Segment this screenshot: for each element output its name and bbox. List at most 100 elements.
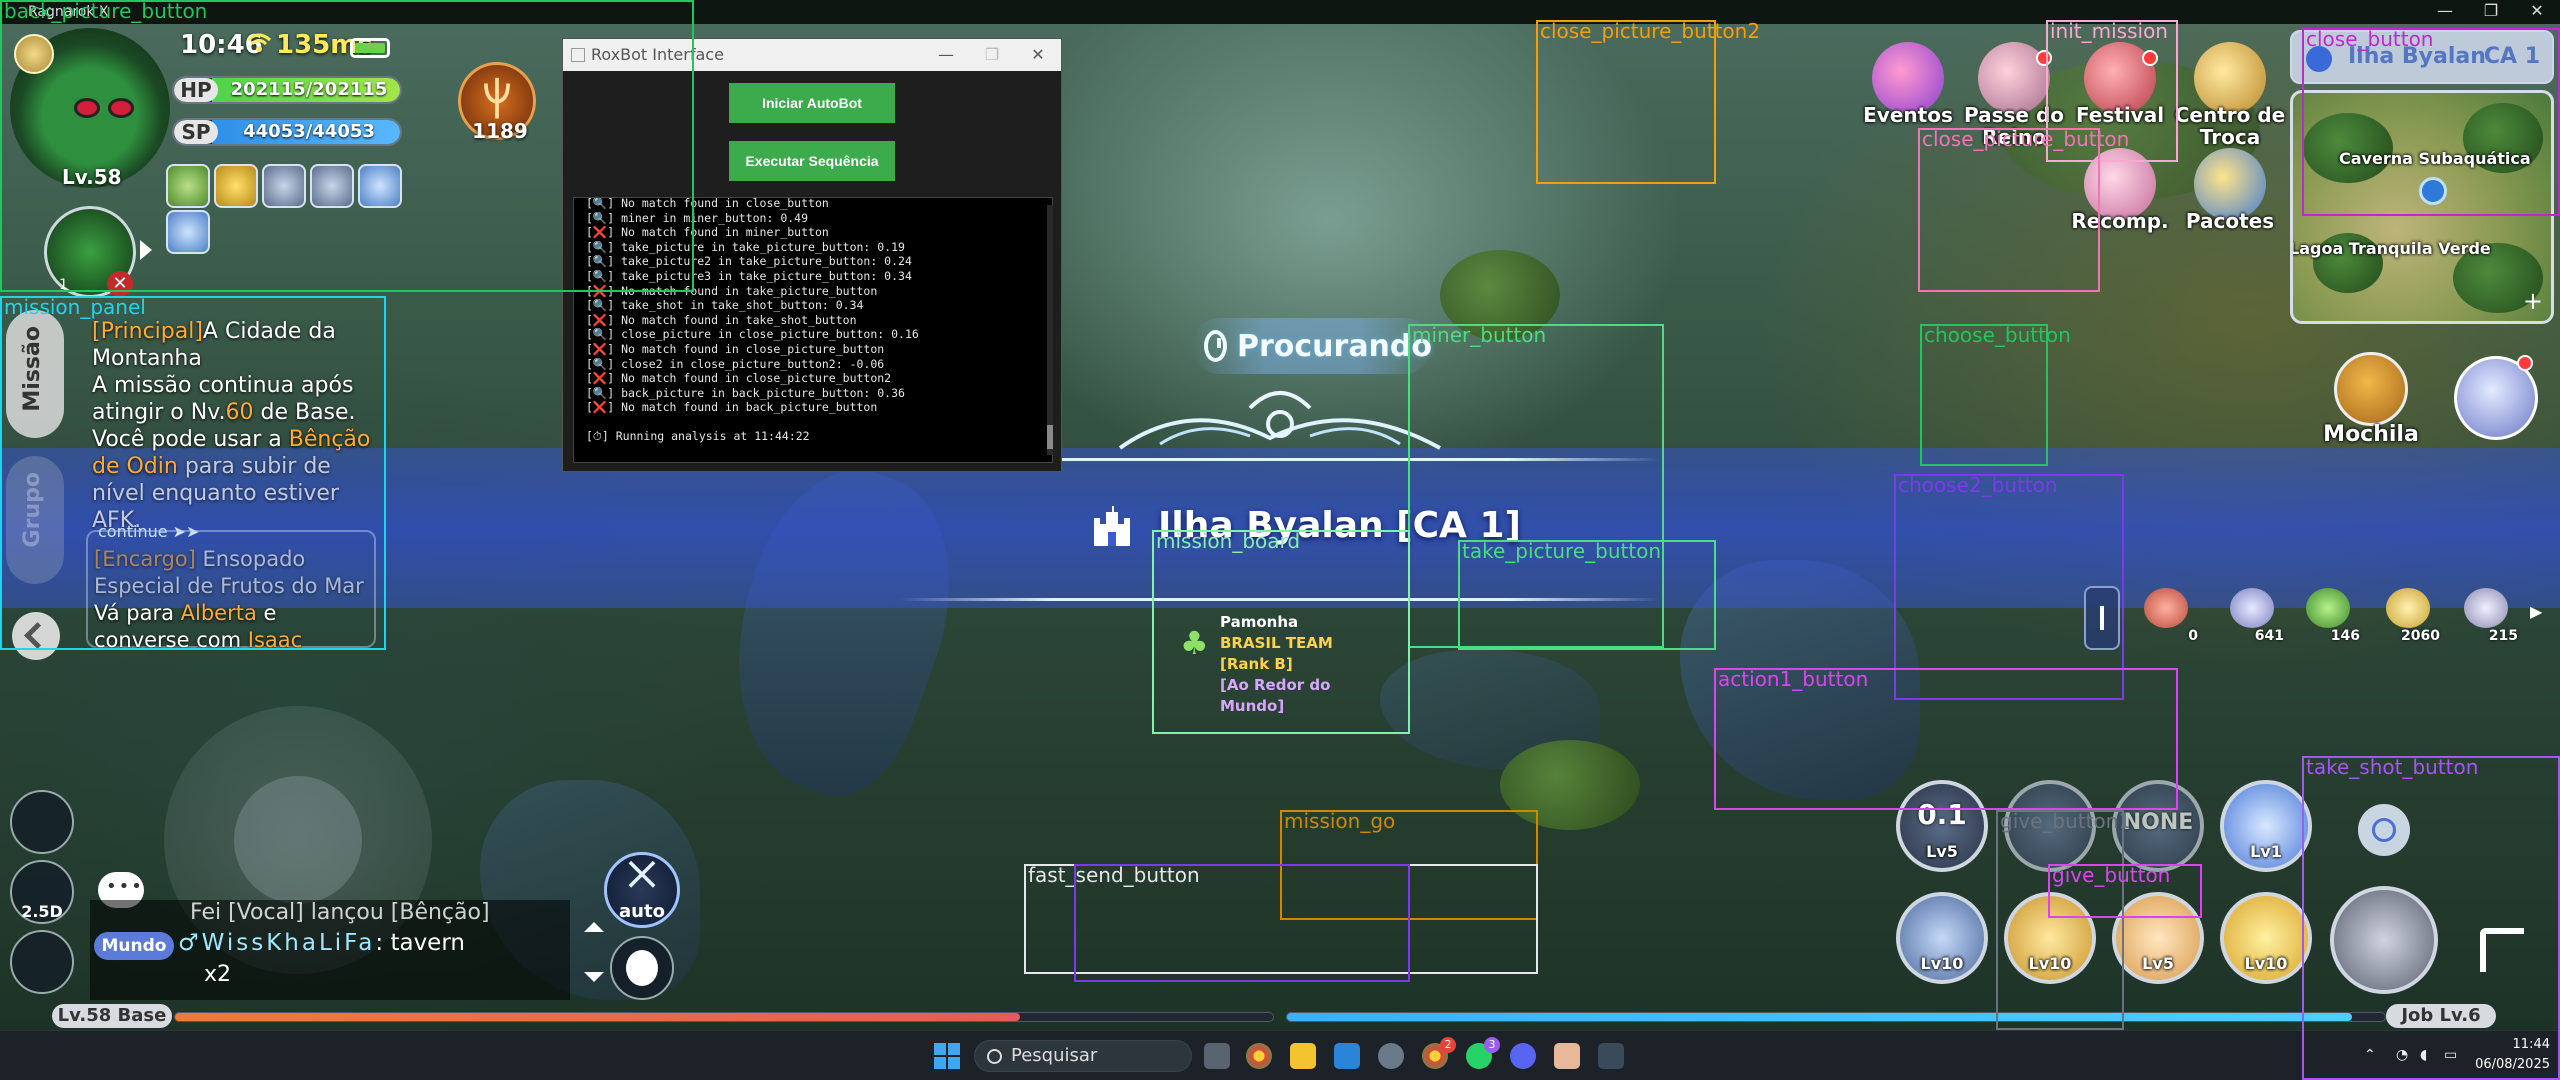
- crossed-swords-icon: [628, 860, 656, 888]
- detection-box: give_button1: [1996, 810, 2131, 1030]
- view-mode-label: 2.5D: [21, 902, 63, 921]
- close-window-button[interactable]: ✕: [2514, 0, 2560, 24]
- chrome-icon[interactable]: [1246, 1043, 1272, 1069]
- log-line: [🔍] take_shot in take_shot_button: 0.34: [586, 298, 864, 313]
- detection-box: mission_panel: [0, 296, 386, 650]
- sit-button[interactable]: [10, 930, 74, 994]
- job-exp-bar: [1286, 1012, 2386, 1022]
- chat-sender: ♂WissKhaLiFa: [178, 930, 376, 956]
- run-sequence-button[interactable]: Executar Sequência: [729, 141, 895, 181]
- food-item-icon: [2144, 588, 2188, 628]
- taskbar-search[interactable]: Pesquisar: [974, 1040, 1192, 1072]
- file-explorer-icon[interactable]: [1290, 1043, 1316, 1069]
- detection-label: close_button: [2306, 27, 2434, 51]
- detection-label: miner_button: [1412, 323, 1547, 347]
- detection-box: choose_button: [1920, 324, 2071, 466]
- log-line: [❌] No match found in take_shot_button: [586, 312, 857, 327]
- searching-icon: [1204, 330, 1227, 362]
- skill-level: Lv10: [1920, 954, 1964, 973]
- windows-taskbar: Pesquisar 2 3 ⌃ ◔ ◖ ▭ 11:44 06/08/2025: [0, 1030, 2560, 1080]
- minimap-area-label: Lagoa Tranquila Verde: [2290, 239, 2491, 258]
- detection-box: close_picture_button2: [1536, 20, 1760, 184]
- hat-icon[interactable]: [2454, 355, 2538, 440]
- base-exp-fill: [175, 1013, 1021, 1021]
- log-scrollbar[interactable]: [1047, 205, 1053, 455]
- skill-level: Lv5: [2142, 954, 2174, 973]
- detection-box: give_button: [2048, 864, 2202, 918]
- minimize-button[interactable]: —: [2422, 0, 2468, 24]
- menu-pacotes[interactable]: Pacotes: [2182, 148, 2278, 258]
- maximize-button[interactable]: ❐: [2468, 0, 2514, 24]
- discord-icon[interactable]: [1510, 1043, 1536, 1069]
- item-count: 0: [2188, 628, 2198, 644]
- log-line: [🔍] close2 in close_picture_button2: -0.…: [586, 356, 885, 371]
- roxbot-maximize-button[interactable]: ❐: [969, 39, 1015, 71]
- backpack-label: Mochila: [2323, 422, 2419, 447]
- whatsapp-badge: 3: [1484, 1037, 1500, 1053]
- emoji-button[interactable]: [610, 936, 674, 1000]
- log-line: [❌] No match found in close_picture_butt…: [586, 371, 892, 386]
- emote-action-button[interactable]: [10, 790, 74, 854]
- roxbot-minimize-button[interactable]: —: [923, 39, 969, 71]
- joystick-knob[interactable]: [234, 776, 362, 904]
- wing-item-icon: [2464, 588, 2508, 628]
- game-app-icon[interactable]: [1554, 1043, 1580, 1069]
- item-slot[interactable]: 146: [2298, 582, 2360, 648]
- detection-label: mission_board: [1156, 529, 1301, 553]
- item-count: 146: [2330, 628, 2360, 644]
- roxbot-close-button[interactable]: ✕: [1015, 39, 1061, 71]
- menu-eventos-label: Eventos: [1863, 103, 1953, 127]
- log-line: [❌] No match found in close_picture_butt…: [586, 341, 885, 356]
- notification-dot: [2517, 355, 2533, 371]
- detection-label: close_picture_button2: [1540, 19, 1761, 43]
- skill-slot[interactable]: Lv1: [2220, 780, 2312, 872]
- chat-message: : tavern: [375, 930, 465, 956]
- chat-repeat: x2: [204, 962, 232, 987]
- start-button[interactable]: [934, 1043, 960, 1069]
- hp-label: HP: [174, 78, 218, 102]
- task-view-icon[interactable]: [1204, 1043, 1230, 1069]
- detection-box: close_button: [2302, 28, 2560, 216]
- skill-level: Lv5: [1926, 842, 1958, 861]
- chat-line: ♂WissKhaLiFa: tavern: [178, 930, 465, 956]
- searching-label: Procurando: [1236, 328, 1432, 364]
- detection-label: mission_go: [1284, 809, 1396, 833]
- detection-label: give_button1: [2000, 809, 2132, 833]
- backpack-button[interactable]: Mochila: [2323, 352, 2419, 452]
- banner-ornament: [1118, 391, 1441, 450]
- vscode-icon[interactable]: [1334, 1043, 1360, 1069]
- chrome-profile-icon[interactable]: 2: [1422, 1037, 1456, 1069]
- item-slot[interactable]: 2060: [2378, 582, 2440, 648]
- whatsapp-icon[interactable]: 3: [1466, 1037, 1500, 1069]
- chat-scroll-icon[interactable]: [574, 910, 614, 990]
- detection-label: take_shot_button: [2306, 755, 2479, 779]
- sp-label: SP: [174, 120, 218, 144]
- item-slot[interactable]: 641: [2222, 582, 2284, 648]
- detection-label: back_picture_button: [4, 0, 208, 23]
- log-running-line: [⏱] Running analysis at 11:44:22: [586, 428, 810, 443]
- settings-gear-icon[interactable]: [1378, 1043, 1404, 1069]
- potion-item-icon: [2230, 588, 2274, 628]
- detection-label: close_picture_button: [1922, 127, 2130, 151]
- pen-app-icon[interactable]: [1598, 1043, 1624, 1069]
- base-level-label: Lv.58 Base: [52, 1004, 172, 1028]
- chat-box[interactable]: Fei [Vocal] lançou [Bênção] Mundo ♂WissK…: [90, 900, 570, 1000]
- jar-item-icon: [2386, 588, 2430, 628]
- skill-slot[interactable]: Lv10: [1896, 892, 1988, 984]
- detection-box: take_picture_button: [1458, 540, 1716, 650]
- item-count: 215: [2488, 628, 2518, 644]
- hp-bar: HP 202115/202115: [172, 76, 402, 104]
- start-autobot-button[interactable]: Iniciar AutoBot: [729, 83, 895, 123]
- detection-box: mission_board: [1152, 530, 1410, 734]
- chrome-badge: 2: [1440, 1037, 1456, 1053]
- minimap-expand-icon[interactable]: +: [2523, 287, 2543, 315]
- view-mode-button[interactable]: 2.5D: [10, 860, 74, 924]
- item-next-icon[interactable]: ▶: [2530, 602, 2542, 621]
- skill-slot[interactable]: Lv10: [2220, 892, 2312, 984]
- detection-label: choose2_button: [1898, 473, 2058, 497]
- auto-battle-button[interactable]: auto: [604, 852, 680, 928]
- item-slot[interactable]: 0: [2136, 582, 2198, 648]
- menu-centro[interactable]: Centro de Troca: [2175, 42, 2285, 152]
- item-slot[interactable]: 215: [2456, 582, 2518, 648]
- chat-line: Fei [Vocal] lançou [Bênção]: [190, 900, 490, 925]
